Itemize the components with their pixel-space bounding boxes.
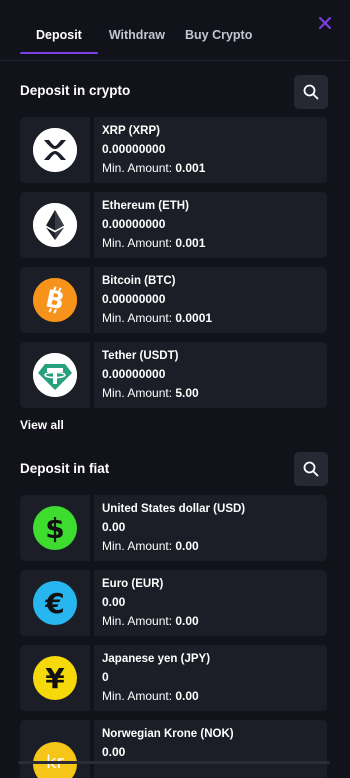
fiat-item-jpy[interactable]: ¥ Japanese yen (JPY) 0 Min. Amount: 0.00 <box>20 645 327 711</box>
header-divider <box>0 60 350 61</box>
fiat-balance: 0.00 <box>102 595 126 609</box>
ethereum-icon <box>33 203 77 247</box>
min-amount-label: Min. Amount: <box>102 614 173 628</box>
currency-symbol: € <box>45 586 65 620</box>
fiat-balance: 0 <box>102 670 109 684</box>
deposit-panel: Deposit Withdraw Buy Crypto Deposit in c… <box>0 0 350 778</box>
fiat-search-button[interactable] <box>294 452 328 486</box>
min-amount-label: Min. Amount: <box>102 311 173 325</box>
crypto-balance: 0.00000000 <box>102 142 166 156</box>
currency-symbol: $ <box>45 511 65 545</box>
tether-icon <box>33 353 77 397</box>
horizontal-scrollbar[interactable] <box>18 761 330 764</box>
xrp-icon <box>33 128 77 172</box>
fiat-balance: 0.00 <box>102 745 126 759</box>
min-amount-value: 0.0001 <box>175 311 213 325</box>
bitcoin-icon: B <box>33 278 77 322</box>
min-amount-label: Min. Amount: <box>102 539 173 553</box>
fiat-name: Norwegian Krone (NOK) <box>102 728 234 740</box>
fiat-name: United States dollar (USD) <box>102 503 246 515</box>
min-amount-label: Min. Amount: <box>102 689 173 703</box>
tab-buy-crypto[interactable]: Buy Crypto <box>185 22 252 54</box>
currency-symbol: ¥ <box>45 661 65 695</box>
crypto-item-xrp[interactable]: XRP (XRP) 0.00000000 Min. Amount: 0.001 <box>20 117 327 183</box>
close-icon[interactable] <box>316 14 334 32</box>
crypto-balance: 0.00000000 <box>102 367 166 381</box>
crypto-name: Bitcoin (BTC) <box>102 275 176 287</box>
min-amount-value: 0.00 <box>175 689 199 703</box>
tab-withdraw[interactable]: Withdraw <box>109 22 165 54</box>
krone-icon: kr <box>33 742 77 778</box>
search-icon <box>303 461 319 477</box>
fiat-section-title: Deposit in fiat <box>20 461 110 476</box>
crypto-section-title: Deposit in crypto <box>20 83 131 98</box>
view-all-link[interactable]: View all <box>20 418 64 432</box>
tab-bar: Deposit Withdraw Buy Crypto <box>20 22 272 54</box>
crypto-name: XRP (XRP) <box>102 125 160 137</box>
min-amount-value: 0.00 <box>175 614 199 628</box>
crypto-balance: 0.00000000 <box>102 217 166 231</box>
fiat-name: Japanese yen (JPY) <box>102 653 211 665</box>
min-amount-label: Min. Amount: <box>102 161 173 175</box>
fiat-item-nok[interactable]: kr Norwegian Krone (NOK) 0.00 <box>20 720 327 778</box>
fiat-name: Euro (EUR) <box>102 578 164 590</box>
dollar-icon: $ <box>33 506 77 550</box>
min-amount-label: Min. Amount: <box>102 236 173 250</box>
search-icon <box>303 84 319 100</box>
min-amount-label: Min. Amount: <box>102 386 173 400</box>
min-amount-value: 0.001 <box>175 161 206 175</box>
fiat-balance: 0.00 <box>102 520 126 534</box>
crypto-name: Ethereum (ETH) <box>102 200 189 212</box>
tab-deposit[interactable]: Deposit <box>20 22 98 54</box>
crypto-item-btc[interactable]: B Bitcoin (BTC) 0.00000000 Min. Amount: … <box>20 267 327 333</box>
crypto-item-eth[interactable]: Ethereum (ETH) 0.00000000 Min. Amount: 0… <box>20 192 327 258</box>
crypto-search-button[interactable] <box>294 75 328 109</box>
crypto-balance: 0.00000000 <box>102 292 166 306</box>
euro-icon: € <box>33 581 77 625</box>
yen-icon: ¥ <box>33 656 77 700</box>
crypto-item-usdt[interactable]: Tether (USDT) 0.00000000 Min. Amount: 5.… <box>20 342 327 408</box>
fiat-item-usd[interactable]: $ United States dollar (USD) 0.00 Min. A… <box>20 495 327 561</box>
min-amount-value: 5.00 <box>175 386 199 400</box>
crypto-name: Tether (USDT) <box>102 350 179 362</box>
fiat-item-eur[interactable]: € Euro (EUR) 0.00 Min. Amount: 0.00 <box>20 570 327 636</box>
min-amount-value: 0.00 <box>175 539 199 553</box>
min-amount-value: 0.001 <box>175 236 206 250</box>
